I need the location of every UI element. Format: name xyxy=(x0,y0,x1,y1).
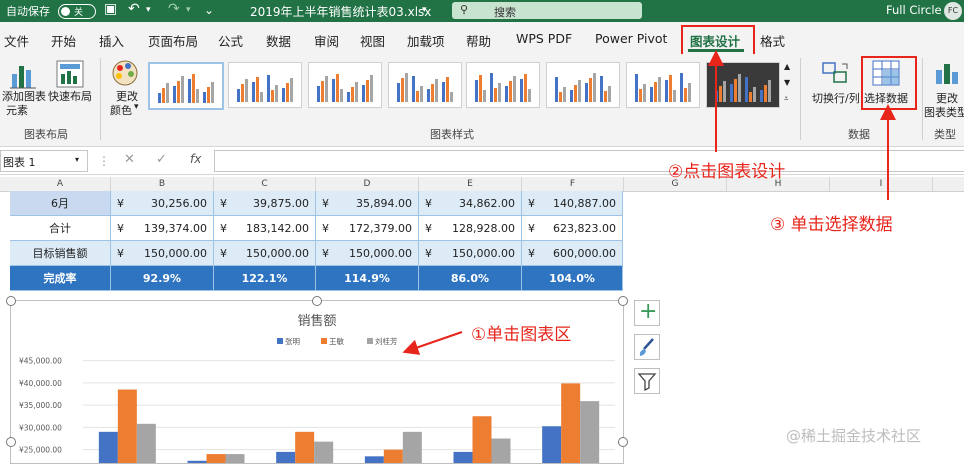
annotation-step3: ③ 单击选择数据 xyxy=(770,215,893,235)
annotation-step1: ①单击图表区 xyxy=(471,325,572,345)
watermark: @稀土掘金技术社区 xyxy=(786,427,922,445)
arrow-step1 xyxy=(402,331,463,355)
annotation-step2: ②点击图表设计 xyxy=(668,162,786,182)
